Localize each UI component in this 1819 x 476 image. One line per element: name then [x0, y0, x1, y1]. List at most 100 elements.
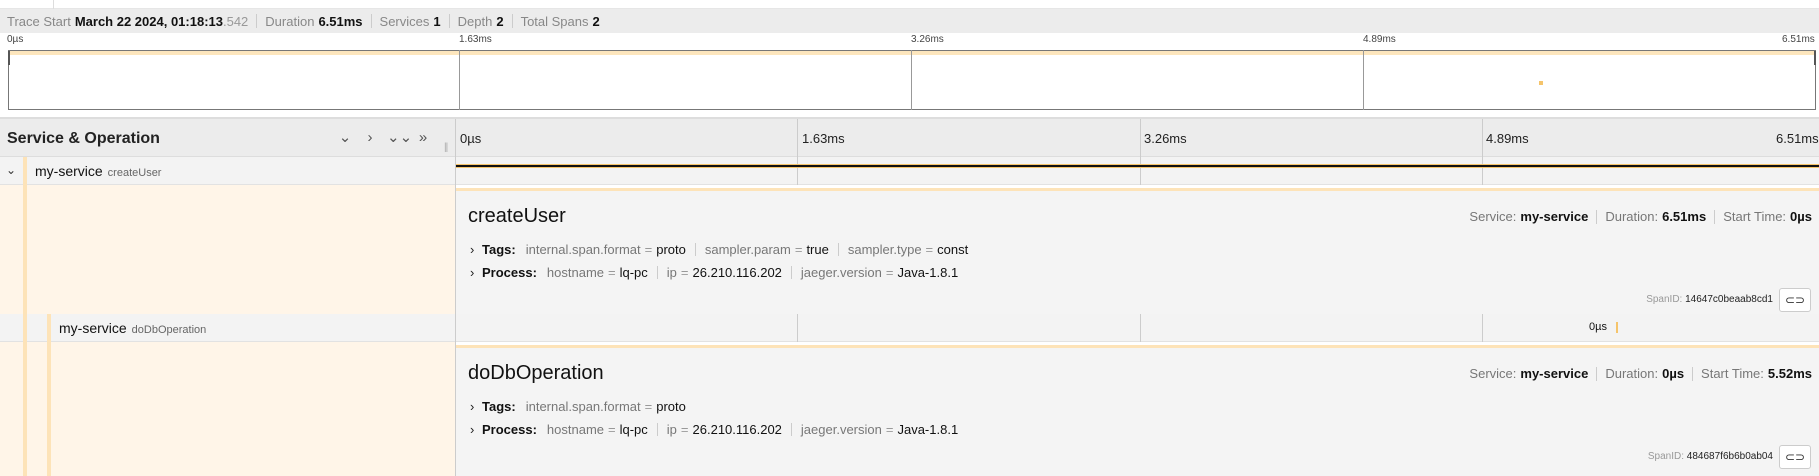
process-value: 26.210.116.202: [692, 422, 782, 437]
tags-row[interactable]: › Tags: internal.span.format = proto sampl…: [470, 242, 968, 257]
span-lane-marker: [23, 185, 27, 314]
timeline-tick-label: 4.89ms: [1486, 131, 1529, 146]
span-name-cell[interactable]: my-service doDbOperation: [0, 314, 456, 342]
timeline-gridline: [1140, 157, 1141, 185]
minimap-viewport[interactable]: [8, 50, 1816, 110]
span-id-label: SpanID:: [1647, 451, 1685, 462]
minimap-child-span: [1539, 81, 1543, 85]
divider: [256, 14, 258, 28]
timeline-gridline: [1482, 157, 1483, 185]
duration-value: 0µs: [1662, 366, 1685, 381]
span-meta: Service: my-service Duration: 0µs Start …: [1469, 366, 1812, 381]
chevron-right-icon[interactable]: ›: [470, 422, 482, 437]
process-value: Java-1.8.1: [897, 422, 959, 437]
chevron-right-icon[interactable]: ›: [361, 129, 379, 147]
chevron-down-icon[interactable]: ⌄: [336, 129, 354, 147]
minimap-tick-label: 3.26ms: [911, 34, 944, 45]
span-detail: createUser Service: my-service Duration:…: [0, 185, 1819, 314]
span-operation-title: createUser: [468, 205, 566, 227]
duration-value: 6.51ms: [1662, 209, 1707, 224]
timeline-gridline: [797, 157, 798, 185]
copy-link-button[interactable]: ⊂⊃: [1779, 445, 1811, 469]
trace-start-value: March 22 2024, 01:18:13: [74, 13, 223, 29]
timeline-tick-label: 6.51ms: [1776, 131, 1819, 146]
divider: [656, 266, 658, 279]
service-name: my-service: [59, 320, 127, 336]
span-row[interactable]: my-service doDbOperation 0µs: [0, 314, 1819, 342]
divider: [790, 266, 792, 279]
process-value: Java-1.8.1: [897, 265, 959, 280]
span-row[interactable]: ⌄ my-service createUser: [0, 157, 1819, 185]
process-row[interactable]: › Process: hostname = lq-pc ip = 26.210.116.…: [470, 265, 958, 280]
trace-total-spans: Total Spans 2: [521, 14, 600, 29]
span-detail-gutter: [0, 342, 456, 476]
divider: [1596, 366, 1598, 381]
span-lane-marker: [47, 314, 51, 342]
span-lane-marker: [23, 157, 27, 185]
minimap-tick-label: 6.51ms: [1782, 34, 1815, 45]
divider: [511, 14, 513, 28]
double-chevron-down-icon[interactable]: ⌄⌄: [387, 129, 412, 147]
depth-label: Depth: [457, 13, 493, 29]
divider: [370, 14, 372, 28]
span-detail-gutter: [0, 185, 456, 314]
tag-value: proto: [656, 242, 686, 257]
tags-row[interactable]: › Tags: internal.span.format = proto: [470, 399, 686, 414]
chevron-right-icon[interactable]: ›: [470, 399, 482, 414]
chevron-right-icon[interactable]: ›: [470, 265, 482, 280]
span-detail-panel: doDbOperation Service: my-service Durati…: [456, 345, 1819, 476]
divider: [656, 423, 658, 436]
span-bar[interactable]: [456, 164, 1819, 168]
divider: [1714, 209, 1716, 224]
timeline-header: Service & Operation ⌄ › ⌄⌄ » || 0µs 1.63…: [0, 117, 1819, 159]
service-value: my-service: [1520, 209, 1589, 224]
tag-value: true: [806, 242, 829, 257]
copy-link-button[interactable]: ⊂⊃: [1779, 288, 1811, 312]
chevron-right-icon[interactable]: ›: [470, 242, 482, 257]
span-service: my-service doDbOperation: [59, 320, 206, 336]
process-value: lq-pc: [619, 422, 648, 437]
start-time-value: 5.52ms: [1767, 366, 1812, 381]
service-value: my-service: [1520, 366, 1589, 381]
service-operation-title: Service & Operation: [7, 130, 160, 147]
span-id: SpanID: 484687f6b6b0ab04: [1648, 451, 1773, 462]
tag-value: const: [937, 242, 969, 257]
process-key: jaeger.version: [800, 265, 882, 280]
tag-key: internal.span.format: [525, 399, 641, 414]
column-divider[interactable]: [455, 119, 456, 159]
total-spans-value: 2: [592, 13, 600, 29]
strip-tick: [53, 0, 54, 9]
resize-grip-icon[interactable]: ||: [444, 142, 448, 153]
link-icon: ⊂⊃: [1784, 450, 1806, 464]
divider: [448, 14, 450, 28]
process-row[interactable]: › Process: hostname = lq-pc ip = 26.210.116.…: [470, 422, 958, 437]
start-time-value: 0µs: [1790, 209, 1812, 224]
trace-minimap[interactable]: 0µs 1.63ms 3.26ms 4.89ms 6.51ms: [0, 33, 1819, 117]
minimap-span-bar: [8, 51, 1816, 55]
timeline-gridline: [1140, 119, 1141, 159]
process-key: hostname: [546, 422, 605, 437]
timeline-gridline: [1482, 314, 1483, 342]
trace-depth: Depth 2: [458, 14, 504, 29]
collapse-chevron-icon[interactable]: ⌄: [6, 163, 16, 177]
span-name-cell[interactable]: ⌄ my-service createUser: [0, 157, 456, 185]
timeline-gridline: [797, 314, 798, 342]
span-lane-marker: [23, 314, 27, 342]
services-value: 1: [433, 13, 441, 29]
process-key: hostname: [546, 265, 605, 280]
divider: [790, 423, 792, 436]
tags-label: Tags:: [482, 399, 516, 414]
operation-name: doDbOperation: [131, 324, 207, 336]
minimap-right-handle[interactable]: [1814, 51, 1816, 65]
span-id: SpanID: 14647c0beaab8cd1: [1646, 294, 1773, 305]
divider: [1596, 209, 1598, 224]
span-bar[interactable]: [1616, 322, 1618, 333]
timeline-tick-label: 1.63ms: [802, 131, 845, 146]
tag-key: sampler.type: [847, 242, 922, 257]
trace-duration: Duration 6.51ms: [265, 14, 362, 29]
trace-start-label: Trace Start: [7, 13, 71, 29]
minimap-left-handle[interactable]: [8, 51, 10, 65]
double-chevron-right-icon[interactable]: »: [414, 129, 432, 147]
duration-label: Duration:: [1605, 366, 1659, 381]
minimap-gridline: [911, 50, 912, 110]
